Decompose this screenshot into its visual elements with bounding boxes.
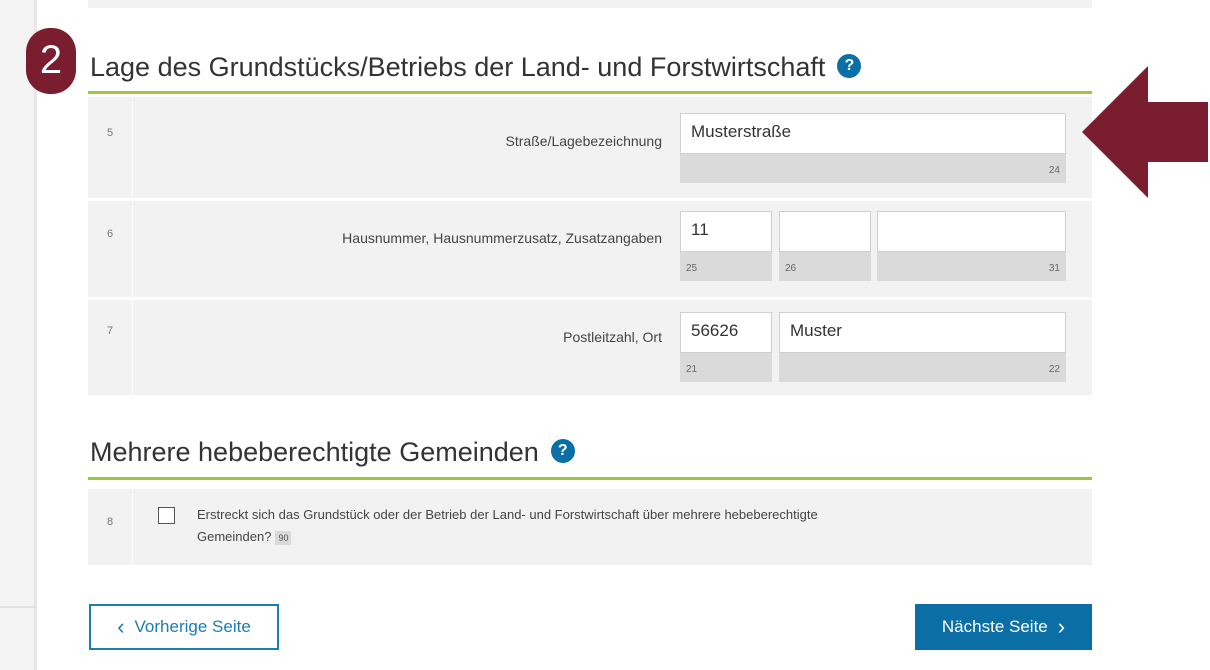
top-bar — [88, 0, 1092, 8]
additional-info-field: 31 — [877, 211, 1066, 281]
row-number-divider — [132, 300, 133, 395]
housenumber-suffix-code: 26 — [779, 252, 871, 281]
next-page-label: Nächste Seite — [941, 617, 1048, 636]
section-title-municipalities: Mehrere hebeberechtigte Gemeinden? — [90, 437, 575, 468]
question-line-2: Gemeinden? 90 — [197, 526, 818, 548]
previous-page-label: Vorherige Seite — [134, 617, 251, 636]
form-row-postcode-city: 7 Postleitzahl, Ort 56626 21 Muster 22 — [88, 300, 1092, 395]
row-number-divider — [132, 201, 133, 297]
postcode-field: 56626 21 — [680, 312, 772, 382]
multiple-municipalities-checkbox[interactable] — [158, 507, 175, 524]
row-number-divider — [132, 489, 133, 565]
street-label: Straße/Lagebezeichnung — [505, 133, 662, 149]
row-number: 8 — [106, 516, 114, 528]
next-page-button[interactable]: Nächste Seite › — [915, 604, 1092, 650]
question-line-1: Erstreckt sich das Grundstück oder der B… — [197, 507, 818, 522]
row-number: 6 — [106, 228, 114, 240]
help-icon[interactable]: ? — [837, 53, 862, 78]
street-input[interactable]: Musterstraße — [680, 113, 1066, 154]
housenumber-suffix-input[interactable] — [779, 211, 871, 252]
city-field: Muster 22 — [779, 312, 1066, 382]
street-code: 24 — [680, 154, 1066, 183]
chevron-left-icon: ‹ — [117, 614, 125, 639]
additional-info-input[interactable] — [877, 211, 1066, 252]
question-code: 90 — [275, 530, 292, 545]
postcode-input[interactable]: 56626 — [680, 312, 772, 353]
housenumber-label: Hausnummer, Hausnummerzusatz, Zusatzanga… — [342, 230, 662, 246]
section-divider-municipalities — [88, 477, 1092, 480]
form-row-street: 5 Straße/Lagebezeichnung Musterstraße 24 — [88, 97, 1092, 198]
city-input[interactable]: Muster — [779, 312, 1066, 353]
chevron-right-icon: › — [1057, 614, 1066, 639]
pointer-arrow-shape — [1082, 66, 1208, 198]
housenumber-field: 11 25 — [680, 211, 772, 281]
left-rail — [0, 0, 37, 670]
question-line-2-text: Gemeinden? — [197, 529, 272, 544]
housenumber-code: 25 — [680, 252, 772, 281]
section-divider-location — [88, 91, 1092, 94]
housenumber-suffix-field: 26 — [779, 211, 871, 281]
row-number: 5 — [106, 127, 114, 139]
help-icon[interactable]: ? — [550, 438, 575, 463]
step-badge: 2 — [26, 28, 76, 94]
section-title-location-text: Lage des Grundstücks/Betriebs der Land- … — [90, 52, 826, 82]
row-number: 7 — [106, 325, 114, 337]
left-rail-line — [34, 0, 37, 670]
previous-page-button[interactable]: ‹ Vorherige Seite — [89, 604, 279, 650]
city-code: 22 — [779, 353, 1066, 382]
postcode-code: 21 — [680, 353, 772, 382]
housenumber-input[interactable]: 11 — [680, 211, 772, 252]
additional-info-code: 31 — [877, 252, 1066, 281]
section-title-location: Lage des Grundstücks/Betriebs der Land- … — [90, 52, 862, 83]
row-number-divider — [132, 97, 133, 198]
pointer-arrow-icon — [1082, 66, 1208, 198]
left-rail-tick — [0, 606, 37, 608]
section-title-municipalities-text: Mehrere hebeberechtigte Gemeinden — [90, 437, 539, 467]
form-row-housenumber: 6 Hausnummer, Hausnummerzusatz, Zusatzan… — [88, 201, 1092, 297]
street-field: Musterstraße 24 — [680, 113, 1066, 183]
multiple-municipalities-question: Erstreckt sich das Grundstück oder der B… — [197, 504, 818, 548]
postcode-city-label: Postleitzahl, Ort — [563, 329, 662, 345]
